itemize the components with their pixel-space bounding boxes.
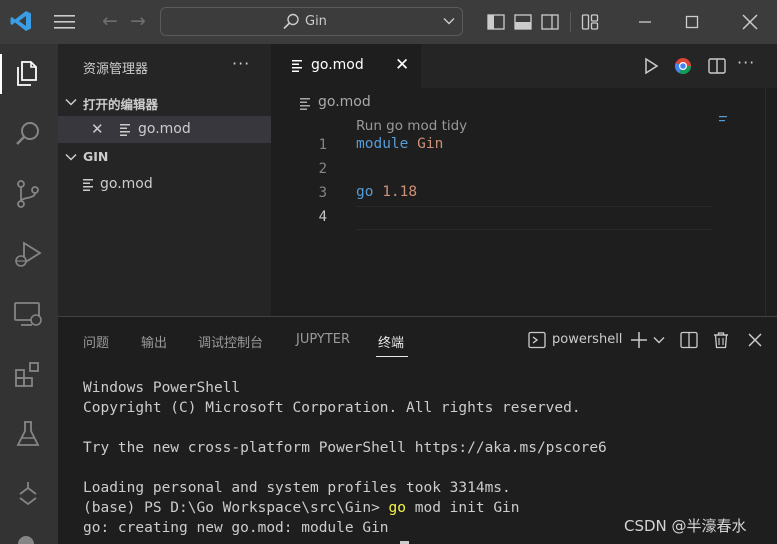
tab-output[interactable]: 输出: [141, 332, 167, 351]
close-panel-icon[interactable]: [746, 331, 764, 349]
minimap[interactable]: [719, 116, 739, 124]
titlebar-divider: [570, 12, 571, 32]
activity-bar: [0, 44, 58, 544]
folder-section[interactable]: GIN: [58, 145, 271, 169]
chevron-down-icon[interactable]: [442, 14, 456, 28]
terminal-command-args: mod init Gin: [406, 500, 520, 516]
terminal-command-go: go: [388, 500, 407, 516]
terminal-line: Try the new cross-platform PowerShell ht…: [83, 440, 607, 456]
customize-layout-icon[interactable]: [580, 12, 600, 32]
minimize-icon[interactable]: [633, 10, 657, 34]
terminal-line: Loading personal and system profiles too…: [83, 480, 511, 496]
file-lines-icon: [292, 60, 302, 72]
title-bar: ← → Gin: [0, 0, 777, 44]
active-tab-underline: [376, 356, 408, 357]
back-arrow-icon[interactable]: ←: [102, 10, 118, 32]
sidebar-more-actions[interactable]: ···: [232, 54, 250, 73]
tab-debug-console[interactable]: 调试控制台: [198, 332, 263, 351]
sidebar-title: 资源管理器: [83, 62, 149, 77]
folder-label: GIN: [83, 149, 109, 164]
new-terminal-plus-icon[interactable]: [630, 331, 648, 349]
trash-icon[interactable]: [712, 331, 730, 349]
run-play-icon[interactable]: [641, 56, 661, 76]
terminal-prompt: (base) PS D:\Go Workspace\src\Gin>: [83, 500, 389, 516]
open-editors-section[interactable]: 打开的编辑器: [58, 90, 271, 114]
line-number: 2: [318, 161, 327, 177]
editor-more-actions[interactable]: ···: [737, 53, 755, 72]
maximize-icon[interactable]: [680, 10, 704, 34]
terminal-line: Windows PowerShell: [83, 380, 241, 396]
open-editors-label: 打开的编辑器: [83, 97, 159, 112]
file-lines-icon: [120, 124, 130, 136]
active-indicator: [0, 54, 2, 94]
split-terminal-icon[interactable]: [680, 331, 698, 349]
file-lines-icon: [83, 179, 93, 191]
code-go-version: 1.18: [382, 184, 418, 200]
explorer-sidebar: 资源管理器 ··· 打开的编辑器 ✕ go.mod GIN go.mod: [58, 44, 271, 316]
explorer-files-icon[interactable]: [12, 58, 44, 90]
search-icon[interactable]: [12, 118, 44, 150]
line-number: 1: [318, 137, 327, 153]
codelens-run-go-mod-tidy[interactable]: Run go mod tidy: [356, 118, 467, 134]
search-icon: [283, 13, 299, 30]
file-item[interactable]: go.mod: [58, 171, 271, 198]
tab-close-icon[interactable]: ✕: [395, 55, 409, 75]
tab-problems[interactable]: 问题: [83, 332, 109, 351]
code-line: module Gin: [356, 136, 443, 152]
open-editor-name: go.mod: [138, 121, 191, 137]
tab-jupyter[interactable]: JUPYTER: [296, 332, 350, 347]
line-number: 4: [318, 209, 327, 225]
line-number: 3: [318, 185, 327, 201]
code-keyword: go: [356, 184, 374, 200]
toggle-panel-icon[interactable]: [513, 12, 533, 32]
terminal-line: Copyright (C) Microsoft Corporation. All…: [83, 400, 581, 416]
search-text: Gin: [305, 14, 327, 29]
source-control-icon[interactable]: [12, 178, 44, 210]
hamburger-menu-icon[interactable]: [53, 13, 77, 31]
chevron-down-icon[interactable]: [652, 333, 666, 347]
terminal-command-line: (base) PS D:\Go Workspace\src\Gin> go mo…: [83, 500, 520, 516]
current-line-highlight: [356, 206, 712, 230]
editor-tab-bar: go.mod ✕ ···: [271, 44, 777, 88]
code-keyword: module: [356, 136, 409, 152]
gitlens-icon[interactable]: [12, 478, 44, 510]
run-and-debug-icon[interactable]: [12, 238, 44, 270]
breadcrumb-file: go.mod: [318, 94, 371, 110]
close-icon[interactable]: ✕: [91, 120, 104, 138]
code-line: go 1.18: [356, 184, 417, 200]
chevron-down-icon: [65, 153, 77, 161]
chrome-preview-icon[interactable]: [673, 56, 693, 76]
close-window-icon[interactable]: [738, 10, 762, 34]
editor-scrollbar[interactable]: [765, 88, 777, 316]
account-icon[interactable]: [18, 536, 34, 544]
open-editor-item[interactable]: ✕ go.mod: [58, 116, 271, 143]
bottom-panel: 问题 输出 调试控制台 JUPYTER 终端 powershell Window…: [58, 316, 777, 544]
tab-label: go.mod: [311, 57, 364, 73]
watermark: CSDN @半濠春水: [624, 517, 747, 535]
remote-explorer-icon[interactable]: [12, 298, 44, 330]
toggle-primary-sidebar-icon[interactable]: [486, 12, 506, 32]
chevron-down-icon: [65, 98, 77, 106]
file-lines-icon: [300, 98, 310, 110]
terminal-icon: [528, 331, 546, 349]
split-editor-icon[interactable]: [707, 56, 727, 76]
file-name: go.mod: [100, 176, 153, 192]
terminal-line: go: creating new go.mod: module Gin: [83, 520, 389, 536]
forward-arrow-icon[interactable]: →: [130, 10, 146, 32]
terminal-shell-name[interactable]: powershell: [552, 332, 622, 347]
code-module-name: Gin: [417, 136, 444, 152]
toggle-secondary-sidebar-icon[interactable]: [540, 12, 560, 32]
command-center-search[interactable]: Gin: [160, 7, 463, 36]
testing-flask-icon[interactable]: [12, 418, 44, 450]
vscode-logo-icon: [10, 11, 31, 31]
extensions-icon[interactable]: [12, 358, 44, 390]
code-editor[interactable]: go.mod Run go mod tidy 1 2 3 4 module Gi…: [271, 88, 777, 316]
tab-terminal[interactable]: 终端: [378, 332, 404, 351]
tab-go-mod[interactable]: go.mod ✕: [271, 44, 421, 88]
